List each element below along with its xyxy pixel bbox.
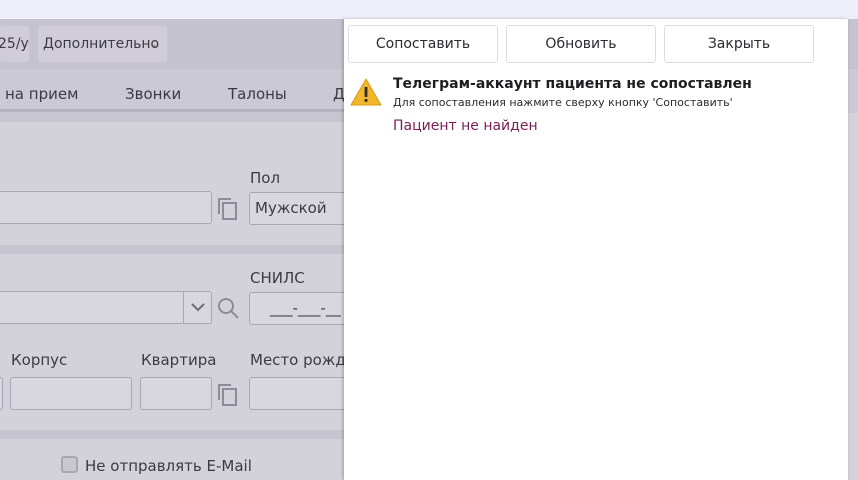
warning-icon (350, 78, 382, 106)
telegram-match-panel: Сопоставить Обновить Закрыть Телеграм-ак… (344, 19, 848, 480)
message-subtitle: Для сопоставления нажмите сверху кнопку … (393, 96, 733, 109)
snils-field[interactable]: ___-___-__ (249, 292, 359, 325)
match-button[interactable]: Сопоставить (348, 25, 498, 63)
house-field[interactable] (0, 377, 3, 410)
address-select[interactable] (0, 291, 212, 324)
snils-label: СНИЛС (250, 269, 305, 287)
section-divider (0, 112, 345, 122)
refresh-button[interactable]: Обновить (506, 25, 656, 63)
copy-icon[interactable] (217, 197, 239, 221)
tab-appointment[interactable]: на прием (5, 85, 78, 103)
apartment-field[interactable] (140, 377, 212, 410)
top-strip (0, 0, 858, 19)
more-dropdown-button[interactable]: Дополнительно ⌄ (38, 26, 167, 62)
form-25u-button[interactable]: 25/у (0, 26, 29, 62)
gender-label: Пол (250, 169, 281, 187)
select-separator (183, 292, 184, 323)
tab-more[interactable]: Д (333, 85, 345, 103)
birthplace-label: Место рожде (250, 351, 355, 369)
no-email-checkbox[interactable] (61, 456, 78, 473)
close-button[interactable]: Закрыть (664, 25, 814, 63)
apartment-label: Квартира (141, 351, 217, 369)
more-dropdown-label: Дополнительно (43, 36, 160, 52)
section-divider (0, 245, 345, 254)
building-label: Корпус (11, 351, 68, 369)
message-title: Телеграм-аккаунт пациента не сопоставлен (393, 76, 752, 92)
tab-tickets[interactable]: Талоны (228, 85, 287, 103)
gender-field[interactable]: Мужской (249, 192, 359, 225)
patient-not-found-status: Пациент не найден (393, 118, 538, 134)
birthplace-field[interactable] (249, 377, 359, 410)
no-email-label: Не отправлять E-Mail (85, 457, 252, 475)
section-divider (0, 430, 345, 439)
building-field[interactable] (10, 377, 132, 410)
chevron-down-icon: ⌄ (150, 37, 161, 51)
chevron-down-icon[interactable] (189, 300, 207, 314)
tab-calls[interactable]: Звонки (125, 85, 181, 103)
copy-icon[interactable] (217, 383, 239, 407)
search-icon[interactable] (216, 296, 240, 320)
name-field[interactable] (0, 191, 212, 224)
